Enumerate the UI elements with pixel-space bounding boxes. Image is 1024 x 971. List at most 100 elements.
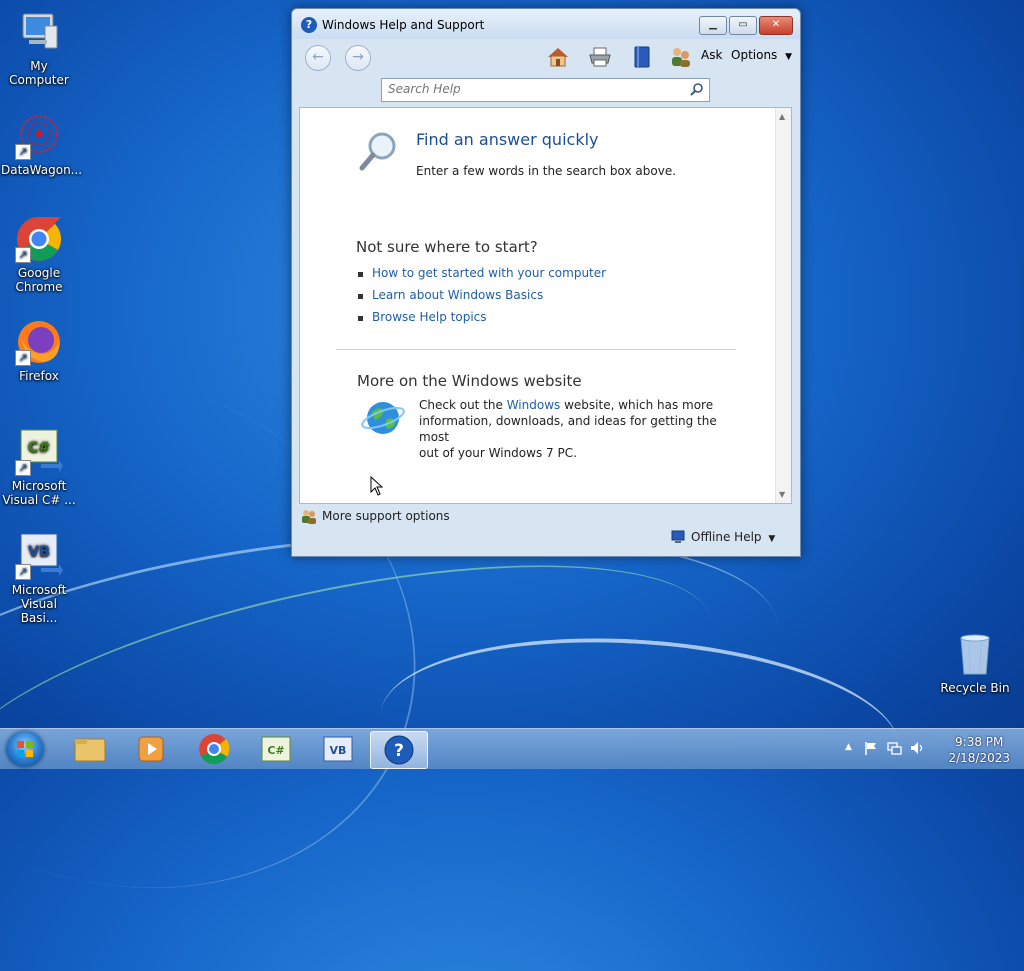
website-text-part: out of your Windows 7 PC.	[419, 446, 577, 460]
shortcut-arrow-icon: ↗	[15, 247, 31, 263]
csharp-icon: C# ↗	[15, 428, 63, 476]
desktop-icon-firefox[interactable]: ↗ Firefox	[1, 318, 77, 383]
system-clock[interactable]: 9:38 PM 2/18/2023	[948, 734, 1010, 766]
desktop-icon-datawagon[interactable]: ↗ DataWagon...	[1, 112, 83, 177]
shortcut-arrow-icon: ↗	[15, 460, 31, 476]
browse-help-book-icon[interactable]	[630, 45, 654, 69]
svg-text:VB: VB	[330, 744, 347, 757]
print-icon[interactable]	[588, 45, 612, 69]
visual-basic-icon: VB	[323, 736, 353, 762]
desktop-icon-label: Google Chrome	[15, 266, 63, 294]
options-menu[interactable]: Options ▼	[731, 48, 792, 62]
start-button[interactable]	[6, 731, 44, 767]
link-browse-help-topics[interactable]: Browse Help topics	[372, 309, 487, 325]
desktop-icon-my-computer[interactable]: My Computer	[1, 8, 77, 87]
help-icon: ?	[384, 735, 414, 765]
visual-basic-icon: VB ↗	[15, 532, 63, 580]
desktop-icon-recycle-bin[interactable]: Recycle Bin	[937, 630, 1013, 695]
shortcut-arrow-icon: ↗	[15, 564, 31, 580]
desktop-icon-visual-basic[interactable]: VB ↗ Microsoft Visual Basi...	[1, 532, 77, 625]
title-bar[interactable]: ? Windows Help and Support ▁ ▭ ✕	[292, 9, 800, 39]
scroll-up-icon[interactable]: ▲	[779, 112, 785, 121]
firefox-icon: ↗	[15, 318, 63, 366]
support-people-icon	[301, 508, 317, 524]
desktop-icon-label: Firefox	[19, 369, 59, 383]
desktop-icon-google-chrome[interactable]: ↗ Google Chrome	[1, 215, 77, 294]
status-bar: More support options Offline Help ▼	[299, 506, 794, 550]
folder-icon	[74, 738, 106, 762]
windows-website-heading: More on the Windows website	[357, 372, 582, 390]
offline-help-label: Offline Help	[691, 530, 762, 544]
close-button[interactable]: ✕	[759, 16, 793, 35]
search-icon[interactable]	[689, 82, 705, 98]
back-arrow-icon: ←	[312, 49, 324, 65]
desktop-icon-label: Microsoft Visual C# ...	[2, 479, 76, 507]
shortcut-arrow-icon: ↗	[15, 350, 31, 366]
home-icon[interactable]	[546, 45, 570, 69]
back-button[interactable]: ←	[305, 45, 331, 71]
offline-help-menu[interactable]: Offline Help ▼	[691, 529, 775, 547]
ask-button[interactable]: Ask	[701, 48, 722, 62]
vertical-scrollbar[interactable]: ▲ ▼	[775, 108, 791, 503]
bullet	[358, 272, 363, 277]
desktop-icon-label: DataWagon...	[1, 163, 83, 177]
offline-help-icon	[671, 530, 685, 544]
datawagon-icon: ↗	[15, 112, 63, 160]
taskbar-explorer-button[interactable]	[62, 731, 118, 767]
link-windows-website[interactable]: Windows	[507, 398, 561, 412]
help-icon: ?	[301, 17, 317, 33]
divider	[336, 349, 736, 350]
forward-button[interactable]: →	[345, 45, 371, 71]
maximize-button[interactable]: ▭	[729, 16, 757, 35]
taskbar-visual-csharp-button[interactable]: C#	[248, 731, 304, 767]
action-center-flag-icon[interactable]	[863, 740, 879, 756]
desktop-icon-visual-csharp[interactable]: C# ↗ Microsoft Visual C# ...	[1, 428, 77, 507]
taskbar-media-player-button[interactable]	[124, 731, 180, 767]
taskbar-visual-basic-button[interactable]: VB	[310, 731, 366, 767]
volume-icon[interactable]	[909, 740, 925, 756]
options-label: Options	[731, 48, 778, 62]
chevron-down-icon: ▼	[785, 52, 793, 62]
link-get-started[interactable]: How to get started with your computer	[372, 265, 606, 281]
website-text-part: information, downloads, and ideas for ge…	[419, 414, 717, 444]
svg-text:C#: C#	[267, 744, 284, 757]
not-sure-heading: Not sure where to start?	[356, 238, 538, 256]
find-answer-text: Enter a few words in the search box abov…	[416, 164, 677, 178]
minimize-button[interactable]: ▁	[699, 16, 727, 35]
clock-time: 9:38 PM	[955, 735, 1004, 749]
link-windows-basics[interactable]: Learn about Windows Basics	[372, 287, 543, 303]
scroll-down-icon[interactable]: ▼	[779, 490, 785, 499]
recycle-bin-icon	[951, 630, 999, 678]
desktop-icon-label: Microsoft Visual Basi...	[11, 583, 67, 625]
ask-people-icon[interactable]	[669, 45, 693, 69]
svg-text:C#: C#	[28, 440, 50, 456]
show-hidden-icons-icon[interactable]: ▲	[845, 742, 852, 752]
website-text-part: Check out the	[419, 398, 507, 412]
shortcut-arrow-icon: ↗	[15, 144, 31, 160]
find-answer-heading: Find an answer quickly	[416, 130, 599, 149]
more-support-options-link[interactable]: More support options	[322, 508, 450, 524]
csharp-icon: C#	[261, 736, 291, 762]
website-text-part: website, which has more	[560, 398, 714, 412]
network-icon[interactable]	[886, 740, 902, 756]
chrome-icon	[199, 734, 230, 765]
toolbar: ← → Ask Options ▼	[298, 39, 794, 73]
window-title: Windows Help and Support	[322, 18, 485, 32]
windows-logo-icon	[17, 741, 33, 757]
bullet	[358, 294, 363, 299]
search-input[interactable]	[382, 79, 684, 99]
help-content-pane: Find an answer quickly Enter a few words…	[299, 107, 792, 504]
taskbar-chrome-button[interactable]	[186, 731, 242, 767]
notification-area: ▲ 9:38 PM 2/18/2023	[839, 729, 1024, 769]
forward-arrow-icon: →	[352, 49, 364, 65]
caption-buttons: ▁ ▭ ✕	[699, 16, 793, 35]
bullet	[358, 316, 363, 321]
windows-website-text: Check out the Windows website, which has…	[419, 397, 719, 461]
help-and-support-window[interactable]: ? Windows Help and Support ▁ ▭ ✕ ← → Ask…	[291, 8, 801, 557]
media-player-icon	[138, 736, 164, 762]
taskbar-help-button[interactable]: ?	[370, 731, 428, 769]
mouse-cursor-icon	[370, 475, 384, 496]
svg-text:?: ?	[394, 741, 404, 761]
search-box	[381, 78, 710, 102]
wallpaper-streak	[0, 511, 735, 891]
